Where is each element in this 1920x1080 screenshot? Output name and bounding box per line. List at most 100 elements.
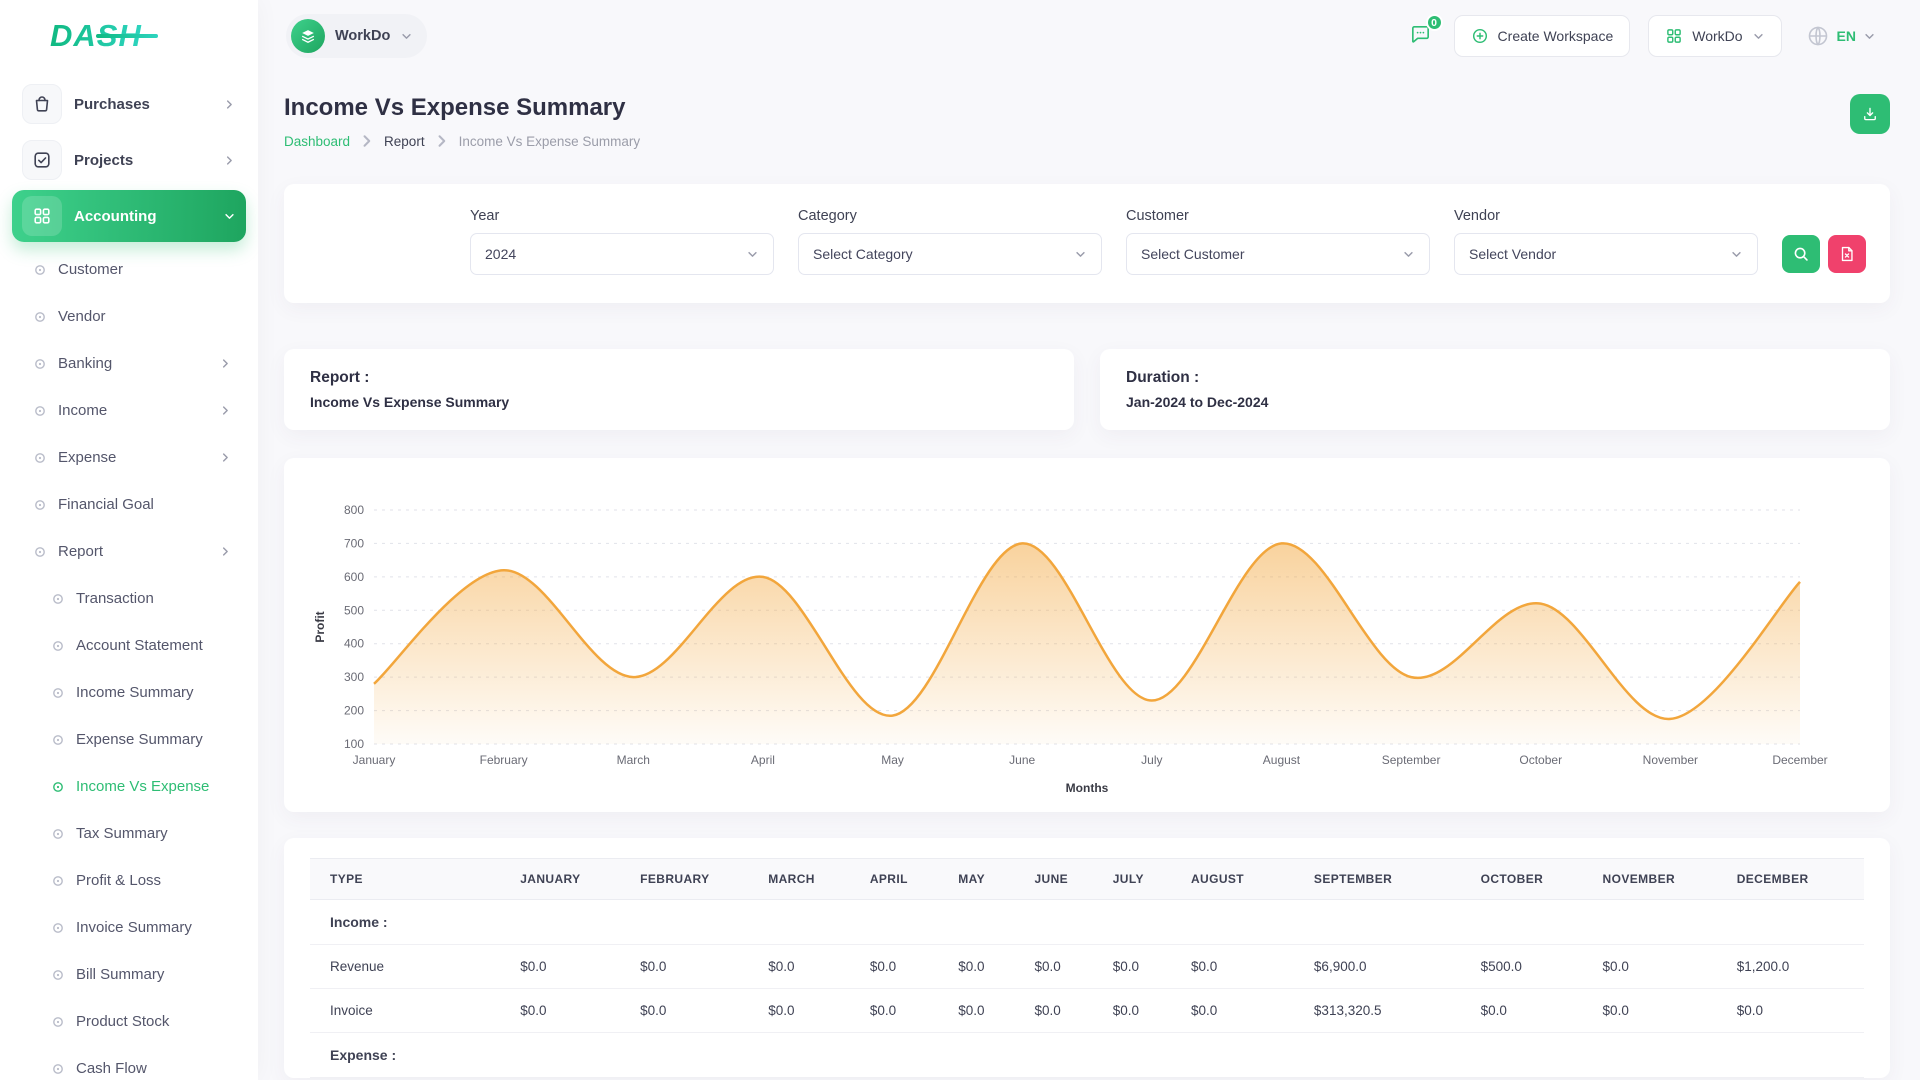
chevron-right-icon [358,132,376,150]
customer-select[interactable]: Select Customer [1126,233,1430,275]
chevron-right-icon [223,98,236,111]
category-label: Category [798,208,1102,224]
sidebar-item-label: Purchases [74,96,211,113]
svg-text:200: 200 [344,704,364,718]
sidebar-item-accounting[interactable]: Accounting [12,190,246,242]
customer-select-value: Select Customer [1141,246,1244,262]
sidebar-item-cash-flow[interactable]: Cash Flow [12,1045,246,1080]
svg-text:August: August [1263,753,1301,767]
bullet-icon [52,781,64,793]
vendor-select[interactable]: Select Vendor [1454,233,1758,275]
sidebar-item-profit-loss[interactable]: Profit & Loss [12,857,246,904]
language-switcher[interactable]: EN [1800,23,1882,49]
sidebar-item-financial-goal[interactable]: Financial Goal [12,481,246,528]
column-header-march: MARCH [758,859,860,900]
grid-icon [1665,27,1683,45]
sidebar-item-banking[interactable]: Banking [12,340,246,387]
category-select[interactable]: Select Category [798,233,1102,275]
sidebar-item-report[interactable]: Report [12,528,246,575]
row-value: $6,900.0 [1304,945,1471,989]
sidebar-item-income-summary[interactable]: Income Summary [12,669,246,716]
workspace-switcher[interactable]: WorkDo [286,14,427,58]
vendor-select-value: Select Vendor [1469,246,1556,262]
svg-text:March: March [617,753,650,767]
app-logo[interactable]: DASH [0,0,258,72]
search-icon [1792,245,1810,263]
sidebar-item-invoice-summary[interactable]: Invoice Summary [12,904,246,951]
sidebar-item-transaction[interactable]: Transaction [12,575,246,622]
sidebar-item-label: Projects [74,152,211,169]
category-select-value: Select Category [813,246,913,262]
page-title: Income Vs Expense Summary [284,94,640,122]
svg-text:July: July [1141,753,1162,767]
sidebar-item-product-stock[interactable]: Product Stock [12,998,246,1045]
report-card: Report : Income Vs Expense Summary [284,349,1074,430]
svg-text:300: 300 [344,670,364,684]
topbar-actions: 0 Create Workspace WorkDo EN [1405,15,1882,57]
chevron-right-icon [219,404,232,417]
row-value: $0.0 [758,945,860,989]
section-label: Expense : [310,1033,1864,1078]
messages-badge: 0 [1426,14,1443,31]
sidebar-item-customer[interactable]: Customer [12,246,246,293]
row-value: $0.0 [1727,989,1864,1033]
sidebar-item-vendor[interactable]: Vendor [12,293,246,340]
svg-text:400: 400 [344,637,364,651]
row-value: $0.0 [1593,989,1727,1033]
svg-text:Months: Months [1066,781,1109,795]
sidebar-item-account-statement[interactable]: Account Statement [12,622,246,669]
row-value: $0.0 [860,989,948,1033]
topbar: WorkDo 0 Create Workspace WorkDo EN [258,0,1920,72]
row-type: Revenue [310,945,510,989]
svg-text:100: 100 [344,737,364,751]
search-button[interactable] [1782,235,1820,273]
vendor-label: Vendor [1454,208,1758,224]
row-value: $0.0 [758,989,860,1033]
sidebar-item-purchases[interactable]: Purchases [12,78,246,130]
filter-card: Year 2024 Category Select Category Custo… [284,184,1890,303]
chevron-right-icon [219,357,232,370]
workspace-menu-button[interactable]: WorkDo [1648,15,1781,57]
row-value: $0.0 [860,945,948,989]
sidebar-item-bill-summary[interactable]: Bill Summary [12,951,246,998]
row-value: $0.0 [1471,989,1593,1033]
bullet-icon [34,405,46,417]
chevron-down-icon [400,30,413,43]
sidebar-item-tax-summary[interactable]: Tax Summary [12,810,246,857]
row-type: Invoice [310,989,510,1033]
reset-button[interactable] [1828,235,1866,273]
create-workspace-button[interactable]: Create Workspace [1454,15,1631,57]
row-value: $500.0 [1471,945,1593,989]
table-section-expense: Expense : [310,1033,1864,1078]
sidebar-item-income-vs-expense[interactable]: Income Vs Expense [12,763,246,810]
workspace-avatar [291,19,325,53]
year-select[interactable]: 2024 [470,233,774,275]
column-header-december: DECEMBER [1727,859,1864,900]
download-button[interactable] [1850,94,1890,134]
sidebar-item-expense-summary[interactable]: Expense Summary [12,716,246,763]
row-value: $0.0 [1181,945,1304,989]
breadcrumb-dashboard[interactable]: Dashboard [284,134,350,149]
sidebar-item-label: Bill Summary [76,966,232,983]
sidebar-item-projects[interactable]: Projects [12,134,246,186]
logo-dash-stroke [96,34,158,38]
sidebar: DASH Purchases Projects AccountingCustomer… [0,0,258,1080]
main-content: Income Vs Expense Summary Dashboard Repo… [258,72,1920,1080]
chevron-down-icon [1402,248,1415,261]
svg-text:700: 700 [344,536,364,550]
column-header-may: MAY [948,859,1024,900]
sidebar-item-income[interactable]: Income [12,387,246,434]
report-card-value: Income Vs Expense Summary [310,394,1048,410]
bullet-icon [52,875,64,887]
column-header-november: NOVEMBER [1593,859,1727,900]
breadcrumb-current: Income Vs Expense Summary [459,134,641,149]
sidebar-item-expense[interactable]: Expense [12,434,246,481]
sidebar-item-label: Cash Flow [76,1060,232,1077]
breadcrumb-report[interactable]: Report [384,134,425,149]
svg-text:January: January [353,753,396,767]
bullet-icon [34,499,46,511]
row-value: $0.0 [510,945,630,989]
sidebar-item-label: Transaction [76,590,232,607]
messages-button[interactable]: 0 [1405,19,1436,53]
sidebar-item-label: Expense Summary [76,731,232,748]
